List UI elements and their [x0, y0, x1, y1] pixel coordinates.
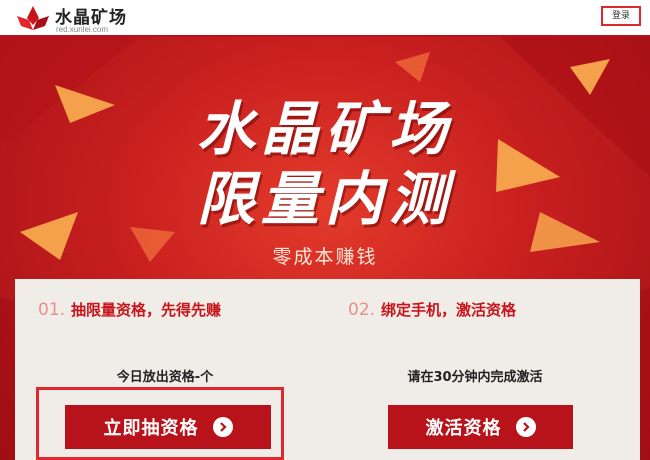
step-1-number: 01.: [38, 300, 66, 320]
quota-info: 今日放出资格-个: [116, 370, 214, 385]
hero-banner: 水晶矿场 限量内测 零成本赚钱 01. 抽限量资格，先得先赚 今日放出资格-个 立…: [0, 37, 650, 460]
chevron-right-icon: [212, 417, 233, 437]
step-1-title-text: 抽限量资格，先得先赚: [71, 301, 222, 319]
step-1: 01. 抽限量资格，先得先赚 今日放出资格-个 立即抽资格: [25, 279, 325, 460]
hero-title-line2: 限量内测: [196, 165, 453, 233]
step-2-number: 02.: [348, 300, 376, 320]
activation-info: 请在30分钟内完成激活: [407, 370, 543, 385]
activate-qualification-button[interactable]: 激活资格: [388, 405, 573, 449]
activate-qualification-label: 激活资格: [425, 418, 502, 439]
step-1-title: 01. 抽限量资格，先得先赚: [38, 299, 221, 320]
login-button[interactable]: 登录: [601, 6, 641, 26]
draw-qualification-label: 立即抽资格: [103, 418, 199, 439]
step-2-title-text: 绑定手机，激活资格: [381, 301, 517, 319]
brand-domain: red.xunlei.com: [56, 25, 109, 34]
crystal-logo-icon[interactable]: [17, 6, 49, 32]
hero-subtitle: 零成本赚钱: [272, 246, 378, 268]
draw-qualification-button[interactable]: 立即抽资格: [65, 405, 271, 449]
steps-panel: 01. 抽限量资格，先得先赚 今日放出资格-个 立即抽资格 02. 绑定手机，激活资…: [15, 279, 640, 460]
chevron-right-icon: [515, 417, 536, 437]
step-2-title: 02. 绑定手机，激活资格: [348, 299, 516, 320]
step-2: 02. 绑定手机，激活资格 请在30分钟内完成激活 激活资格: [335, 279, 635, 460]
top-bar: 水晶矿场 red.xunlei.com 登录: [0, 0, 650, 37]
